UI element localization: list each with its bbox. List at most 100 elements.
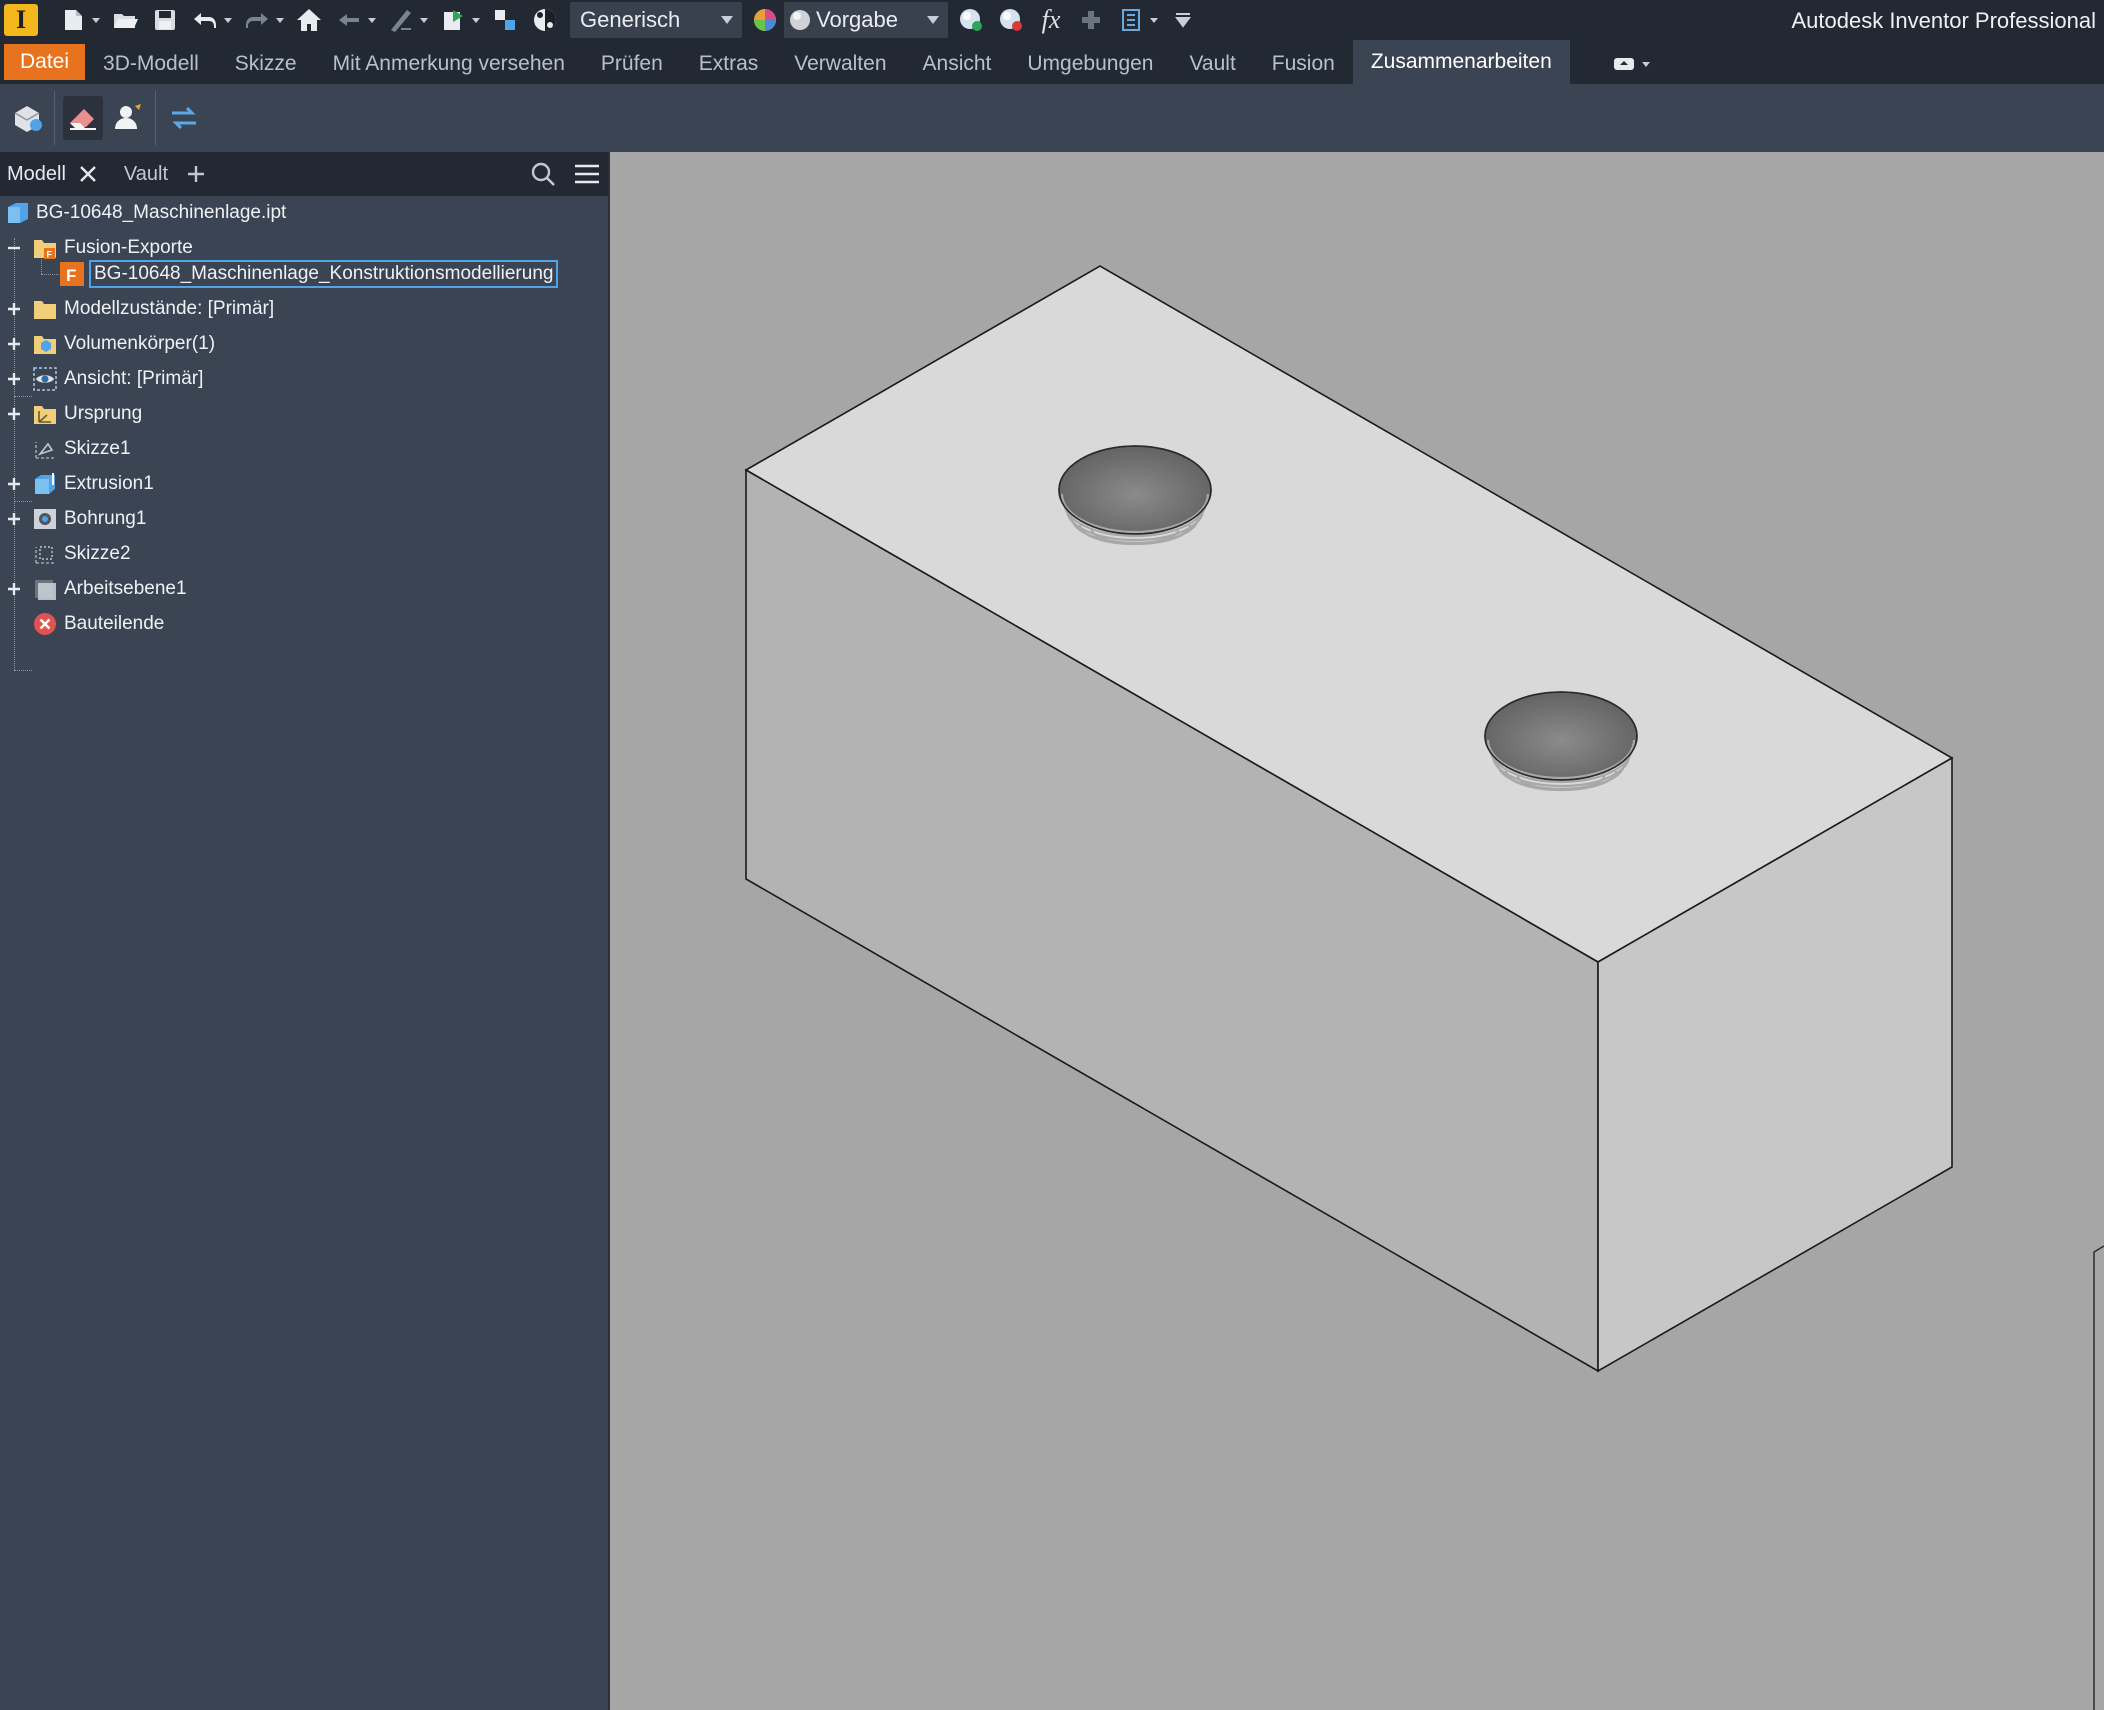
user-share-icon: [115, 104, 141, 129]
new-file-icon[interactable]: [56, 2, 90, 38]
undo-icon[interactable]: [188, 2, 222, 38]
redo-icon[interactable]: [240, 2, 274, 38]
project-icon[interactable]: [436, 2, 470, 38]
material-combo[interactable]: Vorgabe: [784, 2, 948, 38]
ribbon-display-toggle[interactable]: [1608, 44, 1656, 84]
tree-item-sketch2[interactable]: Skizze2: [0, 537, 608, 571]
appearance-combo[interactable]: Generisch: [570, 2, 742, 38]
app-title: Autodesk Inventor Professional: [1791, 8, 2096, 33]
expand-icon[interactable]: [7, 512, 21, 526]
graphics-viewport[interactable]: [610, 152, 2104, 1710]
tree-item-sketch1[interactable]: Skizze1: [0, 432, 608, 466]
browser-tab-vault[interactable]: Vault: [124, 163, 168, 186]
search-icon[interactable]: [530, 161, 556, 187]
threaded-hole[interactable]: [1058, 445, 1212, 546]
tree-item-label: BG-10648_Maschinenlage_Konstruktionsmode…: [89, 260, 559, 288]
new-file-dropdown-icon[interactable]: [90, 16, 102, 24]
hole-icon: [32, 506, 58, 532]
sketch-icon: [32, 436, 58, 462]
undo-dropdown-icon[interactable]: [222, 16, 234, 24]
tab-vault[interactable]: Vault: [1171, 44, 1253, 84]
tab-collaborate[interactable]: Zusammenarbeiten: [1352, 40, 1570, 84]
parameters-fx-icon[interactable]: fx: [1034, 2, 1068, 38]
expand-icon[interactable]: [7, 337, 21, 351]
tree-item-view[interactable]: Ansicht: [Primär]: [0, 362, 608, 396]
tab-environments[interactable]: Umgebungen: [1009, 44, 1171, 84]
quick-access-toolbar: I Generisch Vorgabe fx Autodesk Inventor…: [0, 0, 2104, 40]
chevron-down-icon: [927, 16, 939, 24]
tree-item-origin[interactable]: Ursprung: [0, 397, 608, 431]
app-logo[interactable]: I: [4, 4, 38, 36]
tree-item-solid-bodies[interactable]: Volumenkörper(1): [0, 327, 608, 361]
close-icon[interactable]: [78, 164, 98, 184]
fusion-file-icon: F: [59, 261, 85, 287]
ribbon-panel: [0, 84, 2104, 153]
tree-item-end-of-part[interactable]: Bauteilende: [0, 607, 608, 641]
adjust-appearance-icon[interactable]: [954, 2, 988, 38]
ribbon-tab-bar: Datei 3D-Modell Skizze Mit Anmerkung ver…: [0, 40, 2104, 84]
expand-icon[interactable]: [7, 477, 21, 491]
tab-manage[interactable]: Verwalten: [776, 44, 904, 84]
shared-views-icon: [14, 106, 42, 132]
tree-item-root[interactable]: BG-10648_Maschinenlage.ipt: [0, 196, 608, 230]
extrusion-icon: [32, 471, 58, 497]
measure-dropdown-icon[interactable]: [418, 16, 430, 24]
tree-item-label: Extrusion1: [64, 473, 154, 494]
model-browser: Modell Vault BG-10648_Maschinenlage.ipt …: [0, 152, 610, 1710]
color-wheel-icon[interactable]: [748, 2, 782, 38]
work-plane-icon: [32, 576, 58, 602]
clear-appearance-icon[interactable]: [994, 2, 1028, 38]
tree-item-label: Bauteilende: [64, 613, 165, 634]
home-icon[interactable]: [292, 2, 326, 38]
tab-tools[interactable]: Extras: [681, 44, 777, 84]
tree-item-fusion-export-selected[interactable]: F BG-10648_Maschinenlage_Konstruktionsmo…: [0, 257, 608, 291]
part-model-render[interactable]: [610, 152, 2104, 1710]
ilogic-icon[interactable]: [1114, 2, 1148, 38]
collapse-icon[interactable]: [7, 241, 21, 255]
expand-icon[interactable]: [7, 372, 21, 386]
tree-item-label: Volumenkörper(1): [64, 333, 216, 354]
viewcube-edge[interactable]: [2093, 1245, 2104, 1710]
tree-item-hole1[interactable]: Bohrung1: [0, 502, 608, 536]
appearance-sphere-icon[interactable]: [528, 2, 562, 38]
measure-icon[interactable]: [384, 2, 418, 38]
transfer-button[interactable]: [164, 96, 204, 140]
share-user-button[interactable]: [109, 96, 149, 140]
expand-icon[interactable]: [7, 582, 21, 596]
tab-sketch[interactable]: Skizze: [217, 44, 315, 84]
update-icon[interactable]: [488, 2, 522, 38]
tree-item-workplane1[interactable]: Arbeitsebene1: [0, 572, 608, 606]
tab-3d-model[interactable]: 3D-Modell: [85, 44, 217, 84]
tab-inspect[interactable]: Prüfen: [583, 44, 681, 84]
browser-tab-model[interactable]: Modell: [7, 163, 66, 186]
menu-icon[interactable]: [574, 161, 600, 187]
tab-view[interactable]: Ansicht: [905, 44, 1010, 84]
appearance-combo-value: Generisch: [580, 7, 681, 32]
tree-item-label: Modellzustände: [Primär]: [64, 298, 275, 319]
save-icon[interactable]: [148, 2, 182, 38]
tree-item-model-states[interactable]: Modellzustände: [Primär]: [0, 292, 608, 326]
eraser-tool-button[interactable]: [63, 96, 103, 140]
redo-dropdown-icon[interactable]: [274, 16, 286, 24]
open-folder-icon[interactable]: [108, 2, 142, 38]
select-priority-icon[interactable]: [332, 2, 366, 38]
project-dropdown-icon[interactable]: [470, 16, 482, 24]
tab-file[interactable]: Datei: [4, 44, 86, 80]
expand-icon[interactable]: [7, 302, 21, 316]
tab-fusion[interactable]: Fusion: [1254, 44, 1353, 84]
tab-annotate[interactable]: Mit Anmerkung versehen: [315, 44, 583, 84]
tree-item-label: Arbeitsebene1: [64, 578, 187, 599]
expand-icon[interactable]: [7, 407, 21, 421]
fx-label: fx: [1041, 5, 1061, 34]
select-dropdown-icon[interactable]: [366, 16, 378, 24]
threaded-hole[interactable]: [1484, 691, 1638, 792]
material-combo-value: Vorgabe: [816, 7, 898, 32]
shared-views-button[interactable]: [8, 96, 48, 140]
customize-toolbar-icon[interactable]: [1166, 2, 1200, 38]
tree-item-extrusion1[interactable]: Extrusion1: [0, 467, 608, 501]
add-icon[interactable]: [1074, 2, 1108, 38]
ilogic-dropdown-icon[interactable]: [1148, 16, 1160, 24]
add-tab-icon[interactable]: [186, 164, 206, 184]
eraser-icon: [70, 109, 96, 130]
origin-folder-icon: [32, 401, 58, 427]
